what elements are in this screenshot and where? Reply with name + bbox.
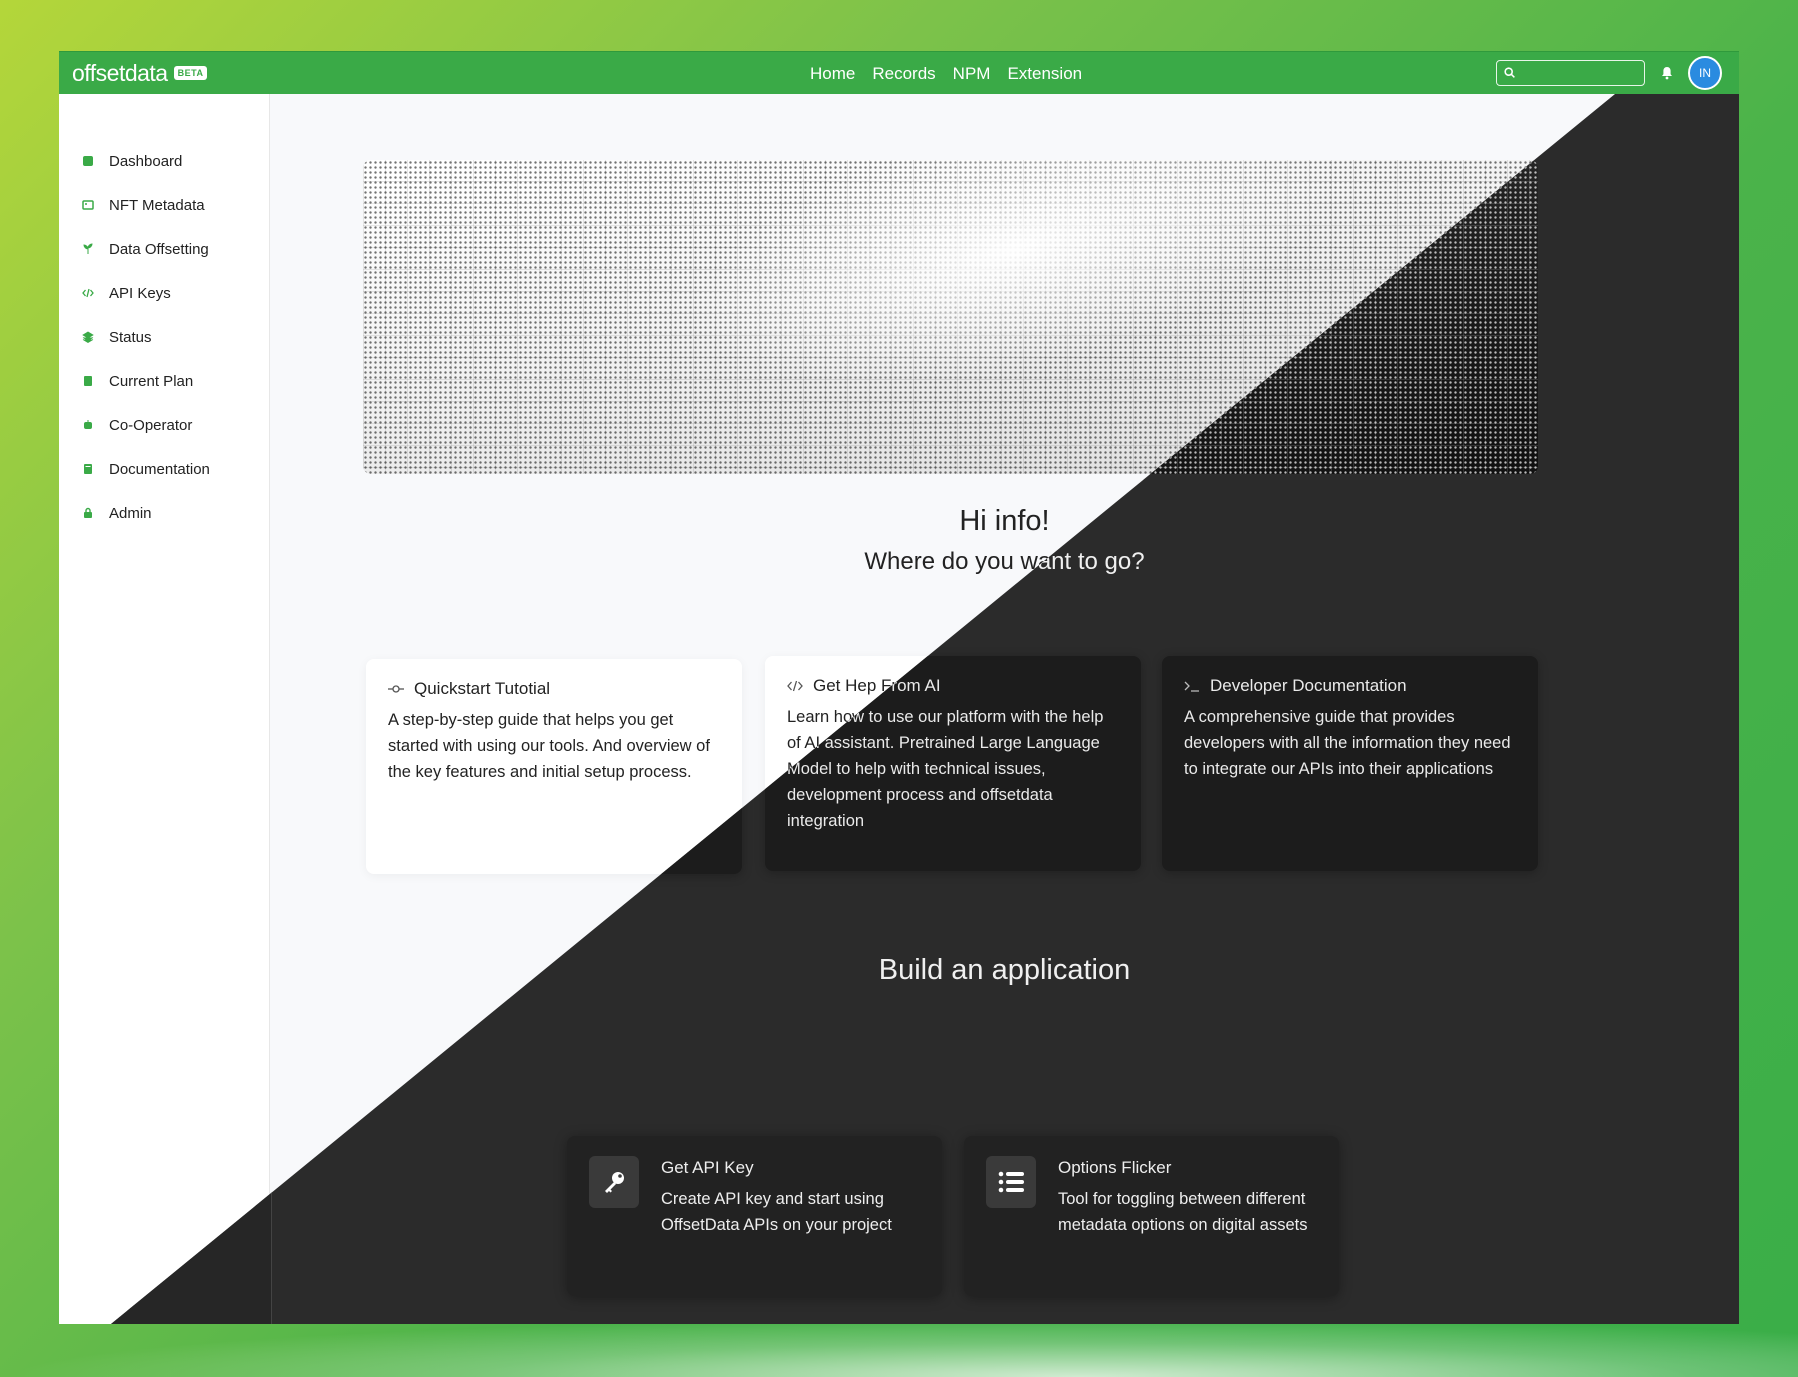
get-api-key-card[interactable]: Get API Key Create API key and start usin… (567, 1136, 942, 1296)
top-nav-links: Home Records NPM Extension (810, 64, 1082, 84)
nav-npm-link[interactable]: NPM (953, 64, 991, 84)
options-flicker-card[interactable]: Options Flicker Tool for toggling between… (964, 1136, 1339, 1296)
card-title: Developer Documentation (1210, 676, 1407, 695)
code-icon (81, 286, 95, 300)
robot-icon (81, 418, 95, 432)
app-card-body: Create API key and start using OffsetDat… (661, 1190, 892, 1234)
sidebar-item-api-keys[interactable]: API Keys (81, 271, 210, 315)
sidebar: Dashboard NFT Metadata Data Offsetting A… (59, 94, 270, 1324)
brand-name: offsetdata (72, 60, 168, 86)
sidebar-item-label: Co-Operator (109, 416, 193, 434)
commit-icon (388, 682, 404, 696)
receipt-icon (81, 374, 95, 388)
sidebar-item-label: Admin (109, 504, 152, 522)
developer-docs-card[interactable]: Developer Documentation A comprehensive … (1162, 656, 1538, 871)
list-icon (986, 1156, 1036, 1208)
key-icon (589, 1156, 639, 1208)
card-title: Quickstart Tutotial (414, 679, 551, 698)
seedling-icon (81, 242, 95, 256)
lock-icon (81, 506, 95, 520)
sidebar-item-label: API Keys (109, 284, 171, 302)
sidebar-item-admin[interactable]: Admin (81, 491, 210, 535)
app-card-title: Options Flicker (1058, 1158, 1172, 1177)
search-box[interactable] (1496, 60, 1645, 86)
image-icon (81, 198, 95, 212)
brand-logo[interactable]: offsetdata BETA (72, 60, 208, 86)
sidebar-item-current-plan[interactable]: Current Plan (81, 359, 210, 403)
nav-home-link[interactable]: Home (810, 64, 855, 84)
app-card-title: Get API Key (661, 1158, 754, 1177)
background-glow (0, 1317, 1798, 1377)
sidebar-item-co-operator[interactable]: Co-Operator (81, 403, 210, 447)
book-icon (81, 462, 95, 476)
card-body: A comprehensive guide that provides deve… (1184, 708, 1511, 778)
sidebar-item-label: NFT Metadata (109, 196, 205, 214)
sidebar-item-label: Current Plan (109, 372, 194, 390)
sidebar-item-label: Dashboard (109, 152, 183, 170)
search-input[interactable] (1519, 63, 1639, 83)
user-avatar[interactable]: IN (1688, 56, 1722, 90)
terminal-icon (1184, 679, 1200, 693)
code-icon (787, 679, 803, 693)
app-window: offsetdata BETA Home Records NPM Extensi… (59, 51, 1739, 1324)
sidebar-item-dashboard[interactable]: Dashboard (81, 139, 210, 183)
sidebar-menu: Dashboard NFT Metadata Data Offsetting A… (81, 139, 210, 535)
sidebar-item-data-offsetting[interactable]: Data Offsetting (81, 227, 210, 271)
sidebar-item-documentation[interactable]: Documentation (81, 447, 210, 491)
top-navbar: offsetdata BETA Home Records NPM Extensi… (59, 51, 1739, 94)
sidebar-item-status[interactable]: Status (81, 315, 210, 359)
beta-badge: BETA (173, 66, 208, 80)
sidebar-item-label: Documentation (109, 460, 210, 478)
search-icon (1504, 67, 1515, 78)
app-card-body: Tool for toggling between different meta… (1058, 1190, 1308, 1234)
nav-extension-link[interactable]: Extension (1007, 64, 1082, 84)
sidebar-item-label: Status (109, 328, 152, 346)
layers-icon (81, 330, 95, 344)
quickstart-card[interactable]: Quickstart Tutotial A step-by-step guide… (366, 659, 742, 874)
dashboard-icon (81, 154, 95, 168)
sidebar-item-label: Data Offsetting (109, 240, 209, 258)
nav-records-link[interactable]: Records (872, 64, 935, 84)
bell-icon[interactable] (1660, 65, 1674, 81)
card-body: A step-by-step guide that helps you get … (388, 711, 710, 781)
sidebar-item-nft-metadata[interactable]: NFT Metadata (81, 183, 210, 227)
